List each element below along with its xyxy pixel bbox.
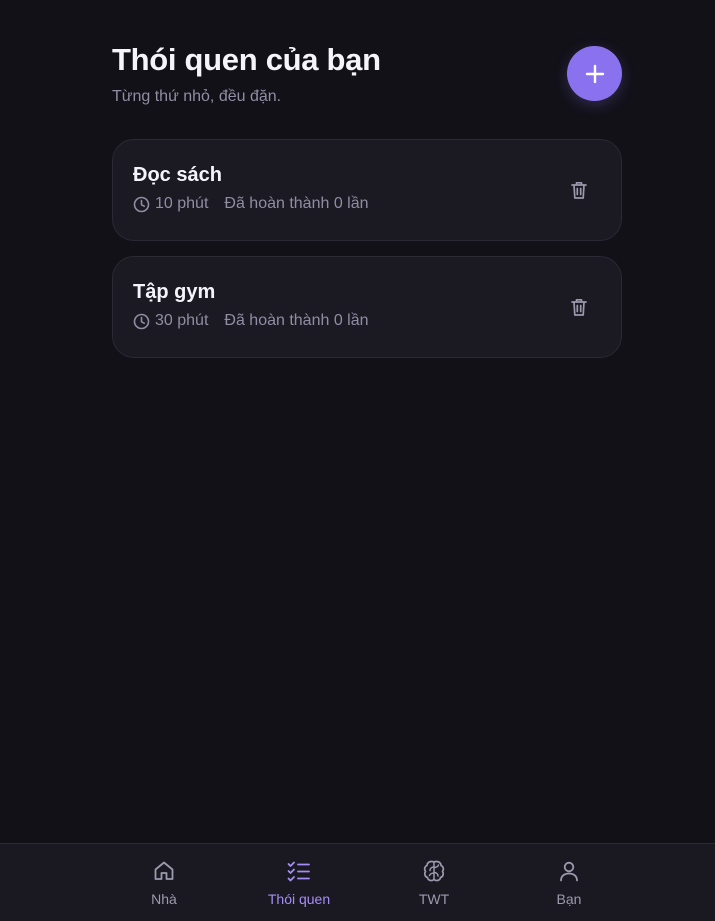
clock-icon [133, 196, 150, 213]
home-icon [151, 858, 177, 884]
add-habit-button[interactable] [567, 46, 622, 101]
habit-list: Đọc sách 10 phút Đã hoàn thành 0 lần Tập… [112, 139, 622, 373]
checklist-icon [286, 858, 312, 884]
brain-icon [421, 858, 447, 884]
habit-card[interactable]: Đọc sách 10 phút Đã hoàn thành 0 lần [112, 139, 622, 241]
nav-item-habits[interactable]: Thói quen [249, 858, 349, 910]
habit-duration: 10 phút [155, 195, 209, 212]
user-icon [556, 858, 582, 884]
habit-name: Đọc sách [133, 164, 222, 186]
nav-item-twt[interactable]: TWT [384, 858, 484, 910]
habit-duration: 30 phút [155, 312, 209, 329]
delete-habit-button[interactable] [567, 178, 591, 202]
page-subtitle: Từng thứ nhỏ, đều đặn. [112, 88, 282, 105]
habit-name: Tập gym [133, 281, 216, 303]
nav-label-twt: TWT [418, 891, 450, 907]
nav-label-home: Nhà [151, 891, 177, 907]
page-title: Thói quen của bạn [112, 42, 381, 77]
plus-icon [585, 64, 604, 83]
main-content: Thói quen của bạn Từng thứ nhỏ, đều đặn.… [112, 40, 622, 358]
clock-icon [133, 313, 150, 330]
nav-item-profile[interactable]: Bạn [519, 858, 619, 910]
page-header: Thói quen của bạn Từng thứ nhỏ, đều đặn. [112, 40, 622, 140]
habit-meta: 30 phút Đã hoàn thành 0 lần [133, 311, 601, 331]
habit-card[interactable]: Tập gym 30 phút Đã hoàn thành 0 lần [112, 256, 622, 358]
habits-page: Thói quen của bạn Từng thứ nhỏ, đều đặn.… [0, 0, 715, 921]
habit-completed-count: Đã hoàn thành 0 lần [224, 195, 369, 212]
habit-meta: 10 phút Đã hoàn thành 0 lần [133, 194, 601, 214]
nav-label-profile: Bạn [556, 891, 582, 907]
habit-completed-count: Đã hoàn thành 0 lần [224, 312, 369, 329]
delete-habit-button[interactable] [567, 295, 591, 319]
nav-label-habits: Thói quen [267, 891, 331, 907]
nav-item-home[interactable]: Nhà [114, 858, 214, 910]
bottom-navigation: Nhà Thói quen TWT Bạn [0, 843, 715, 921]
trash-icon [571, 181, 587, 199]
trash-icon [571, 298, 587, 316]
